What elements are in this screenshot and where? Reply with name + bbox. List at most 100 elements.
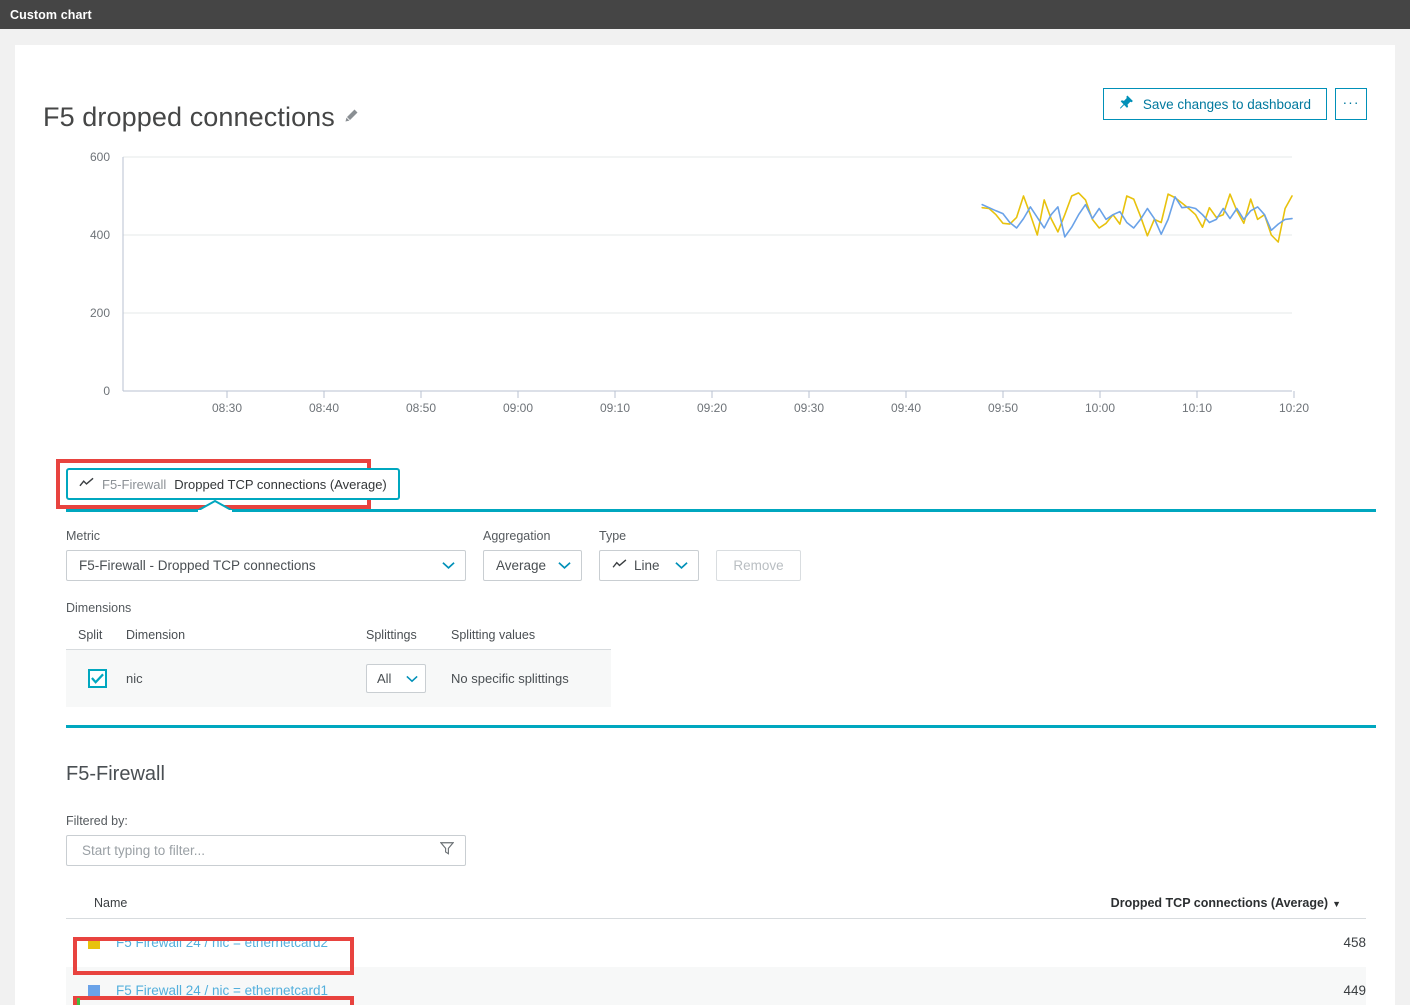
dimensions-col-dimension: Dimension [126,622,366,650]
results-col-value[interactable]: Dropped TCP connections (Average) ▼ [724,891,1366,919]
svg-text:09:10: 09:10 [600,401,630,415]
aggregation-select-value: Average [496,558,546,573]
section-divider-top [66,509,1376,512]
svg-text:08:40: 08:40 [309,401,339,415]
dimensions-table: Split Dimension Splittings Splitting val… [66,622,611,707]
splittings-select[interactable]: All [366,664,426,693]
chart-gridlines [123,157,1292,391]
filter-field[interactable] [66,835,466,866]
results-section: F5-Firewall Filtered by: Name Dropped TC… [66,763,1376,1005]
metric-select[interactable]: F5-Firewall - Dropped TCP connections [66,550,466,581]
aggregation-field-group: Aggregation Average [483,529,582,581]
metric-config-panel: Metric F5-Firewall - Dropped TCP connect… [66,529,1376,707]
page-title: F5 dropped connections [43,102,335,133]
dimension-split-cell [66,650,126,708]
filter-label: Filtered by: [66,814,1376,828]
chart-plot-area: 600 400 200 0 08:30 08:40 08:50 09:00 09… [15,151,1395,421]
svg-text:0: 0 [103,384,110,398]
svg-text:08:50: 08:50 [406,401,436,415]
type-select-content: Line [612,558,660,573]
dimensions-label: Dimensions [66,601,1376,615]
svg-text:10:00: 10:00 [1085,401,1115,415]
divider-notch [197,500,233,512]
chevron-down-icon [406,671,418,686]
svg-text:09:00: 09:00 [503,401,533,415]
svg-text:09:30: 09:30 [794,401,824,415]
aggregation-select[interactable]: Average [483,550,582,581]
chart-y-axis-labels: 600 400 200 0 [90,151,110,398]
results-header-row: Name Dropped TCP connections (Average) ▼ [66,891,1366,919]
metric-legend-chip[interactable]: F5-Firewall Dropped TCP connections (Ave… [66,468,400,500]
funnel-icon[interactable] [440,841,454,860]
series-row-1-selected-marker [77,998,80,1005]
splittings-select-value: All [377,671,391,686]
sort-descending-icon: ▼ [1332,899,1341,909]
save-changes-to-dashboard-button[interactable]: Save changes to dashboard [1103,88,1327,120]
chart-header: F5 dropped connections Save changes to [15,45,1395,133]
filter-input[interactable] [80,842,410,859]
chart-title-group: F5 dropped connections [43,102,359,133]
chart-x-axis-labels: 08:30 08:40 08:50 09:00 09:10 09:20 09:3… [212,391,1309,415]
metric-fields-row: Metric F5-Firewall - Dropped TCP connect… [66,529,1376,581]
svg-text:08:30: 08:30 [212,401,242,415]
header-actions: Save changes to dashboard ··· [1103,88,1367,120]
line-chart-icon [612,558,627,573]
svg-text:10:20: 10:20 [1279,401,1309,415]
timeseries-chart: 600 400 200 0 08:30 08:40 08:50 09:00 09… [15,151,1395,421]
dimensions-section: Dimensions Split Dimension Splittings Sp… [66,601,1376,707]
window-title: Custom chart [10,8,92,22]
dimension-splitting-values-cell: No specific splittings [451,650,611,708]
type-label: Type [599,529,699,543]
series-name-wrap: F5 Firewall 24 / nic = ethernetcard1 [66,983,724,998]
results-col-name: Name [66,891,724,919]
series-value-cell: 458 [724,919,1366,967]
remove-metric-button[interactable]: Remove [716,550,801,581]
window-titlebar: Custom chart [0,0,1410,29]
series-value-cell: 449 [724,967,1366,1005]
dimension-name-cell: nic [126,650,366,708]
dimensions-col-split: Split [66,622,126,650]
chevron-down-icon [675,558,688,573]
results-col-value-label: Dropped TCP connections (Average) [1111,896,1328,910]
page-background: F5 dropped connections Save changes to [0,29,1410,1005]
legend-metric-label: Dropped TCP connections (Average) [174,477,386,492]
svg-text:400: 400 [90,228,110,242]
more-options-button[interactable]: ··· [1335,88,1367,120]
series-line-1 [982,197,1292,237]
svg-text:09:40: 09:40 [891,401,921,415]
table-row[interactable]: F5 Firewall 24 / nic = ethernetcard2 458 [66,919,1366,967]
series-name-cell: F5 Firewall 24 / nic = ethernetcard1 [66,967,724,1005]
dimension-split-checkbox[interactable] [88,669,107,688]
series-name-wrap: F5 Firewall 24 / nic = ethernetcard2 [66,935,724,950]
svg-text:10:10: 10:10 [1182,401,1212,415]
series-name-link[interactable]: F5 Firewall 24 / nic = ethernetcard1 [116,983,328,998]
table-row: nic All No specific splittings [66,650,611,708]
dimensions-col-splitting-values: Splitting values [451,622,611,650]
chart-card: F5 dropped connections Save changes to [15,45,1395,1005]
svg-text:600: 600 [90,151,110,164]
type-field-group: Type Line [599,529,699,581]
type-select[interactable]: Line [599,550,699,581]
series-name-cell: F5 Firewall 24 / nic = ethernetcard2 [66,919,724,967]
svg-text:200: 200 [90,306,110,320]
chevron-down-icon [442,558,455,573]
results-title: F5-Firewall [66,763,1376,786]
legend-source-label: F5-Firewall [102,477,166,492]
dimension-splittings-cell: All [366,650,451,708]
series-color-swatch [88,937,100,949]
dimensions-col-splittings: Splittings [366,622,451,650]
metric-select-value: F5-Firewall - Dropped TCP connections [79,558,316,573]
series-name-link[interactable]: F5 Firewall 24 / nic = ethernetcard2 [116,935,328,950]
svg-text:09:50: 09:50 [988,401,1018,415]
series-color-swatch [88,985,100,997]
chevron-down-icon [558,558,571,573]
pencil-icon[interactable] [344,108,359,128]
pin-icon [1119,95,1134,113]
type-select-value: Line [634,558,660,573]
metric-field-group: Metric F5-Firewall - Dropped TCP connect… [66,529,466,581]
aggregation-label: Aggregation [483,529,582,543]
line-chart-icon [79,477,94,492]
remove-field-group: Remove [716,529,801,581]
table-row[interactable]: F5 Firewall 24 / nic = ethernetcard1 449 [66,967,1366,1005]
metric-label: Metric [66,529,466,543]
